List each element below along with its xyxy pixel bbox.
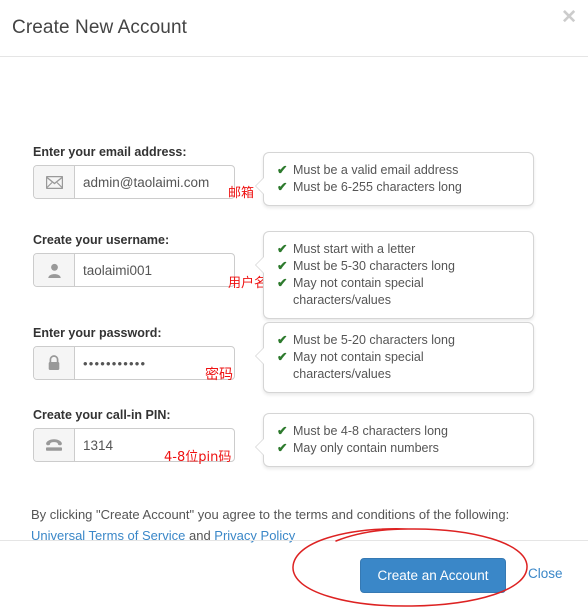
lock-icon (34, 347, 75, 379)
rule-item: ✔ Must be a valid email address (277, 162, 521, 179)
check-icon: ✔ (277, 180, 288, 194)
envelope-icon (34, 166, 75, 198)
rule-text: Must be 4-8 characters long (293, 424, 448, 438)
terms-lead: By clicking "Create Account" you agree t… (31, 507, 510, 522)
rule-item: ✔ May not contain special characters/valu… (277, 275, 521, 309)
page-title: Create New Account (12, 17, 187, 38)
field-email: Enter your email address: 邮箱 (33, 145, 254, 200)
rule-item: ✔ May only contain numbers (277, 440, 521, 457)
check-icon: ✔ (277, 163, 288, 177)
annotation-password: 密码 (205, 367, 233, 383)
check-icon: ✔ (277, 441, 288, 455)
dialog-header: Create New Account ✕ (0, 0, 588, 57)
rule-text: Must be 5-20 characters long (293, 333, 455, 347)
rule-item: ✔ Must be 6-255 characters long (277, 179, 521, 196)
telephone-icon (34, 429, 75, 461)
rule-item: ✔ Must be 4-8 characters long (277, 423, 521, 440)
rule-text: Must be 6-255 characters long (293, 180, 462, 194)
rule-text: Must be 5-30 characters long (293, 259, 455, 273)
check-icon: ✔ (277, 424, 288, 438)
tooltip-pin-rules: ✔ Must be 4-8 characters long ✔ May only c… (255, 413, 534, 467)
annotation-pin: 4-8位pin码 (164, 450, 232, 465)
rule-item: ✔ May not contain special characters/valu… (277, 349, 521, 383)
email-field[interactable] (75, 166, 234, 198)
annotation-username: 用户名 (228, 276, 268, 291)
username-input-group[interactable] (33, 253, 235, 287)
annotation-email: 邮箱 (228, 186, 255, 201)
email-input-group[interactable] (33, 165, 235, 199)
check-icon: ✔ (277, 276, 288, 290)
rule-text: May not contain special characters/value… (293, 276, 424, 307)
rule-text: Must be a valid email address (293, 163, 459, 177)
field-label-email: Enter your email address: (33, 145, 187, 159)
field-label-password: Enter your password: (33, 326, 162, 340)
create-account-dialog: Create New Account ✕ Enter your email ad… (0, 0, 588, 609)
tooltip-username-rules: ✔ Must start with a letter ✔ Must be 5-30 … (255, 231, 534, 319)
rule-text: May only contain numbers (293, 441, 439, 455)
create-account-button[interactable]: Create an Account (360, 558, 506, 593)
username-field[interactable] (75, 254, 234, 286)
tooltip-email-rules: ✔ Must be a valid email address ✔ Must be … (255, 152, 534, 206)
check-icon: ✔ (277, 350, 288, 364)
user-icon (34, 254, 75, 286)
check-icon: ✔ (277, 242, 288, 256)
tooltip-password-rules: ✔ Must be 5-20 characters long ✔ May not c… (255, 322, 534, 393)
rule-text: May not contain special characters/value… (293, 350, 424, 381)
close-button[interactable]: Close (528, 566, 563, 581)
close-icon[interactable]: ✕ (561, 8, 577, 27)
rule-text: Must start with a letter (293, 242, 416, 256)
rule-item: ✔ Must start with a letter (277, 241, 521, 258)
check-icon: ✔ (277, 333, 288, 347)
rule-item: ✔ Must be 5-30 characters long (277, 258, 521, 275)
field-password: Enter your password: 密码 (33, 326, 235, 383)
rule-item: ✔ Must be 5-20 characters long (277, 332, 521, 349)
check-icon: ✔ (277, 259, 288, 273)
field-username: Create your username: 用户名 (33, 233, 267, 290)
dialog-footer: Create an Account Close (0, 540, 588, 609)
field-pin: Create your call-in PIN: 4-8位pin码 (33, 408, 235, 465)
field-label-username: Create your username: (33, 233, 170, 247)
field-label-pin: Create your call-in PIN: (33, 408, 171, 422)
